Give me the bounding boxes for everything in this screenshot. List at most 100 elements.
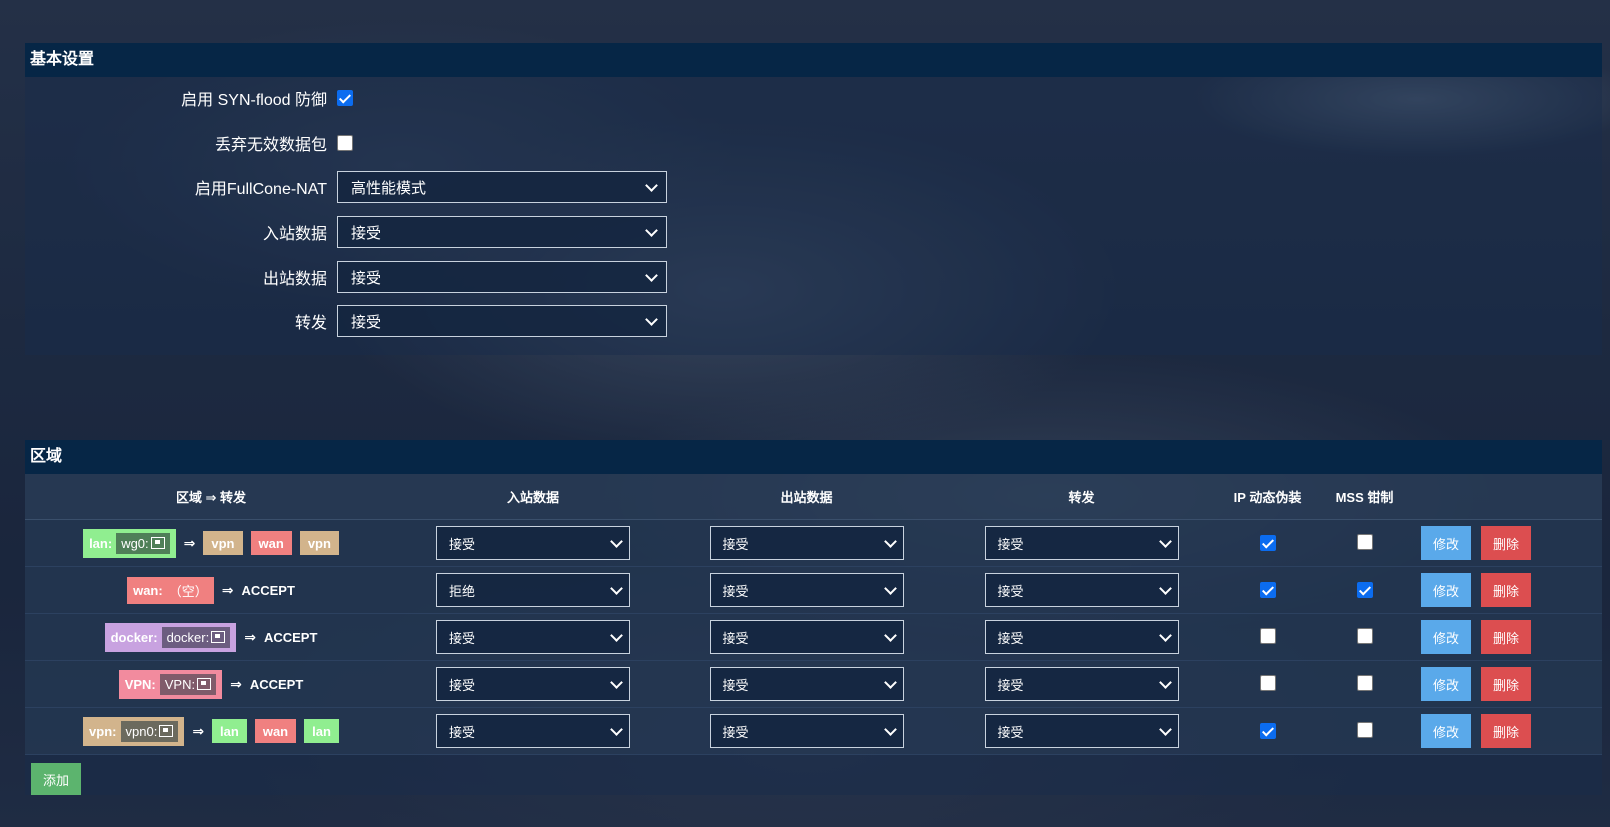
edit-button[interactable]: 修改 (1421, 620, 1471, 654)
masquerade-checkbox[interactable] (1259, 582, 1276, 598)
zone-badge: lan: wg0: (83, 528, 176, 558)
zone-output-select[interactable]: 接受 (709, 667, 904, 701)
forward-arrow: ⇒ (244, 628, 256, 645)
mss-clamp-checkbox[interactable] (1356, 721, 1373, 738)
forward-policy-text: ACCEPT (249, 676, 304, 692)
zone-interface: docker: (161, 626, 231, 648)
zone-forward-cell: 接受 (944, 519, 1219, 567)
syn-flood-label: 启用 SYN-flood 防御 (181, 92, 327, 109)
masquerade-cell (1219, 566, 1316, 614)
col-masquerade: IP 动态伪装 (1219, 474, 1316, 520)
fullcone-select[interactable]: 高性能模式 (337, 171, 667, 203)
masquerade-checkbox[interactable] (1259, 723, 1276, 739)
col-forward: 转发 (944, 474, 1219, 520)
chevron-down-icon (610, 534, 623, 548)
add-zone-button[interactable]: 添加 (31, 763, 81, 795)
zone-interface-empty: （空） (168, 583, 208, 599)
edit-button[interactable]: 修改 (1421, 526, 1471, 560)
zone-output-select-value: 接受 (722, 677, 749, 693)
masquerade-checkbox[interactable] (1259, 674, 1276, 691)
col-zone-forward: 区域 ⇒ 转发 (25, 474, 397, 520)
zone-input-select[interactable]: 接受 (436, 667, 630, 701)
zone-output-select[interactable]: 接受 (709, 573, 904, 607)
actions-cell: 修改 删除 (1413, 660, 1602, 708)
delete-button[interactable]: 删除 (1481, 620, 1531, 654)
zone-forward-select-value: 接受 (997, 536, 1024, 552)
network-port-icon (211, 631, 226, 643)
zone-output-select[interactable]: 接受 (709, 620, 904, 654)
network-port-icon (159, 725, 174, 737)
mss-clamp-checkbox[interactable] (1356, 627, 1373, 644)
zone-input-cell: 接受 (397, 707, 669, 755)
zone-output-cell: 接受 (669, 660, 944, 708)
actions-cell: 修改 删除 (1413, 519, 1602, 567)
delete-button[interactable]: 删除 (1481, 714, 1531, 748)
zone-name: vpn: (89, 723, 117, 739)
zone-forward-cell: 接受 (944, 660, 1219, 708)
zone-input-select[interactable]: 接受 (436, 714, 630, 748)
zone-interface: VPN: (159, 673, 217, 695)
chevron-down-icon (610, 628, 623, 642)
zone-forward-select[interactable]: 接受 (984, 526, 1179, 560)
zone-name: lan: (89, 535, 113, 551)
delete-button[interactable]: 删除 (1481, 526, 1531, 560)
zone-output-select-value: 接受 (722, 583, 749, 599)
forward-select[interactable]: 接受 (337, 305, 667, 337)
zone-forward-select[interactable]: 接受 (984, 667, 1179, 701)
edit-button[interactable]: 修改 (1421, 667, 1471, 701)
output-select[interactable]: 接受 (337, 261, 667, 293)
chevron-down-icon (610, 581, 623, 595)
edit-button[interactable]: 修改 (1421, 573, 1471, 607)
zone-forward-select[interactable]: 接受 (984, 573, 1179, 607)
zone-row: wan: （空） ⇒ ACCEPT 拒绝 接受 接受 修改 删除 (25, 566, 1602, 614)
zone-input-select-value: 接受 (449, 630, 476, 646)
basic-settings-section: 基本设置 启用 SYN-flood 防御 丢弃无效数据包 启用FullCone-… (25, 43, 1602, 355)
zone-forward-cell: docker: docker: ⇒ ACCEPT (25, 613, 397, 661)
input-select-value: 接受 (351, 224, 382, 242)
delete-button[interactable]: 删除 (1481, 667, 1531, 701)
forward-zone-badge: vpn (203, 531, 243, 555)
zone-input-select[interactable]: 接受 (436, 526, 630, 560)
zone-output-select[interactable]: 接受 (709, 526, 904, 560)
chevron-down-icon (883, 534, 897, 548)
zone-output-select-value: 接受 (722, 630, 749, 646)
fullcone-label: 启用FullCone-NAT (194, 181, 327, 198)
zone-forward-select[interactable]: 接受 (984, 620, 1179, 654)
chevron-down-icon (883, 581, 897, 595)
zone-input-select[interactable]: 接受 (436, 620, 630, 654)
zone-name: wan: (133, 582, 163, 598)
edit-button[interactable]: 修改 (1421, 714, 1471, 748)
mss-clamp-checkbox[interactable] (1356, 674, 1373, 691)
zone-input-select-value: 接受 (449, 677, 476, 693)
masquerade-checkbox[interactable] (1259, 535, 1276, 551)
chevron-down-icon (645, 268, 658, 282)
zone-forward-select-value: 接受 (997, 724, 1024, 740)
zone-forward-select-value: 接受 (997, 677, 1024, 693)
zone-output-select[interactable]: 接受 (709, 714, 904, 748)
mss-clamp-checkbox[interactable] (1356, 582, 1373, 598)
syn-flood-row: 启用 SYN-flood 防御 (25, 81, 353, 115)
delete-button[interactable]: 删除 (1481, 573, 1531, 607)
zone-row: docker: docker: ⇒ ACCEPT 接受 接受 接受 修改 删除 (25, 613, 1602, 661)
col-mss-clamp: MSS 钳制 (1316, 474, 1413, 520)
zones-table-header: 区域 ⇒ 转发 入站数据 出站数据 转发 IP 动态伪装 MSS 钳制 (25, 474, 1602, 520)
zone-forward-select[interactable]: 接受 (984, 714, 1179, 748)
zone-forward-cell: lan: wg0: ⇒ vpn wan vpn (25, 519, 397, 567)
input-select[interactable]: 接受 (337, 216, 667, 248)
zone-input-select[interactable]: 拒绝 (436, 573, 630, 607)
forward-arrow: ⇒ (183, 534, 196, 551)
masquerade-checkbox[interactable] (1259, 627, 1276, 644)
zone-badge: VPN: VPN: (118, 669, 223, 699)
mss-clamp-cell (1316, 660, 1413, 708)
syn-flood-checkbox[interactable] (337, 90, 353, 106)
forward-zone-badge: wan (250, 531, 292, 555)
actions-cell: 修改 删除 (1413, 707, 1602, 755)
mss-clamp-cell (1316, 707, 1413, 755)
zone-input-cell: 拒绝 (397, 566, 669, 614)
masquerade-cell (1219, 660, 1316, 708)
mss-clamp-checkbox[interactable] (1356, 533, 1373, 550)
zone-forward-cell: 接受 (944, 613, 1219, 661)
network-port-icon (197, 678, 212, 690)
zone-input-cell: 接受 (397, 660, 669, 708)
drop-invalid-checkbox[interactable] (337, 135, 353, 151)
